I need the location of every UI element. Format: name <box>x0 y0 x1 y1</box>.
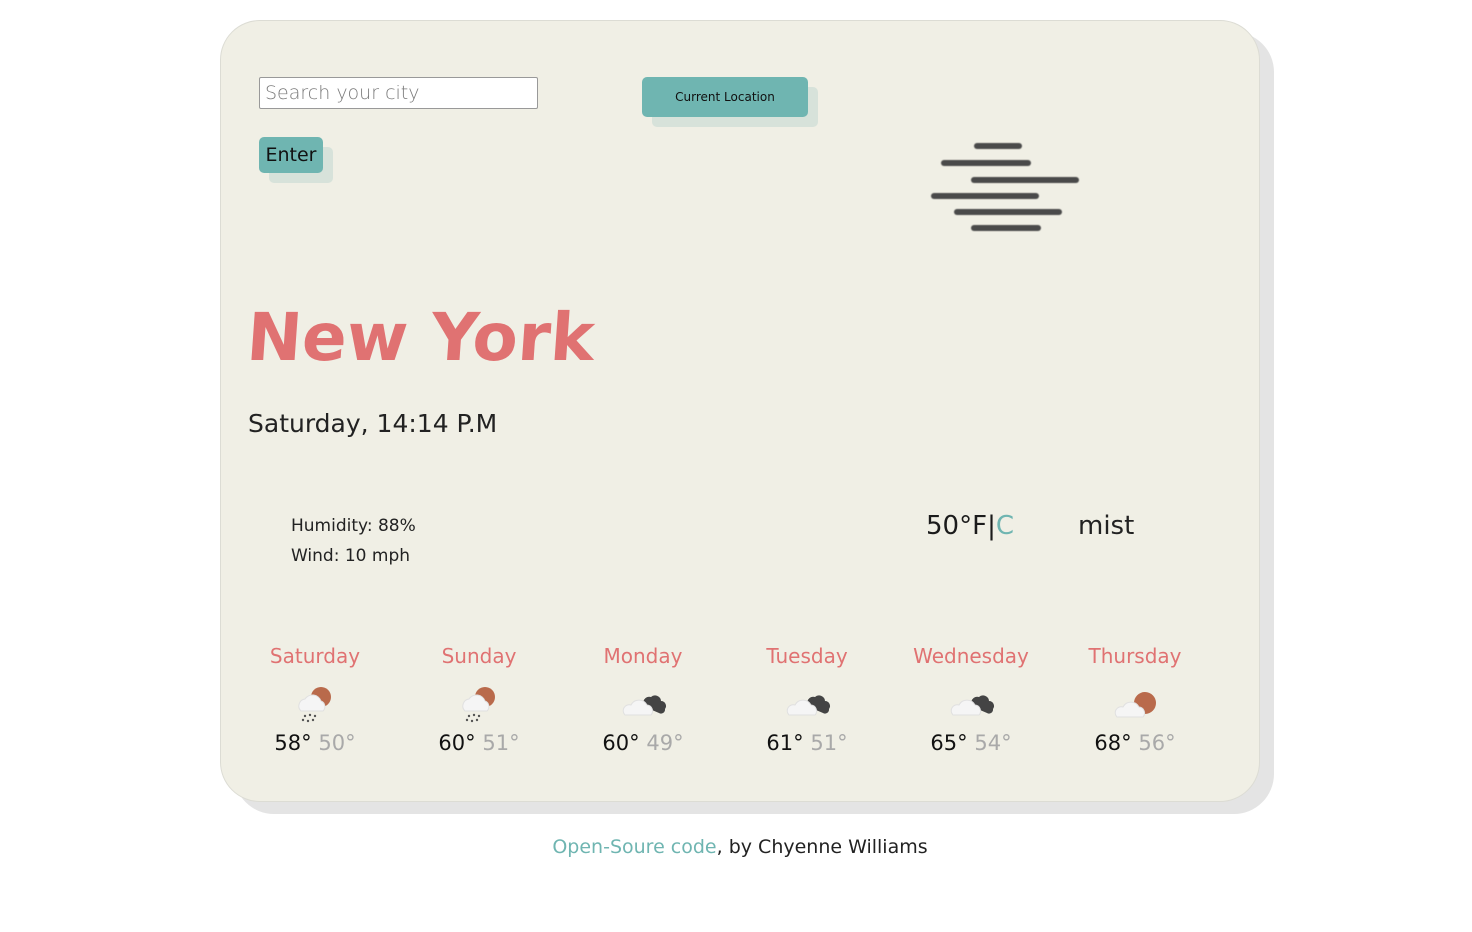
city-name: New York <box>244 299 598 376</box>
forecast-low: 54° <box>974 731 1012 755</box>
forecast-day-name: Saturday <box>269 644 361 668</box>
forecast-temps: 60° 49° <box>561 731 725 755</box>
humidity: Humidity: 88% <box>291 516 416 536</box>
wind: Wind: 10 mph <box>291 546 411 566</box>
weather-details: Humidity: 88% Wind: 10 mph <box>291 511 416 571</box>
rain-sun-icon <box>457 685 501 725</box>
celsius-unit-link[interactable]: C <box>996 511 1014 541</box>
forecast-high: 60° <box>602 731 640 755</box>
forecast-low: 51° <box>482 731 520 755</box>
broken-clouds-icon <box>785 685 830 725</box>
forecast-day: Monday 60° 49° <box>561 641 725 755</box>
forecast-low: 56° <box>1138 731 1176 755</box>
forecast-high: 58° <box>274 731 312 755</box>
forecast: Saturday 58° 50° Sunday 60° 51° Monday 6… <box>233 641 1233 755</box>
forecast-high: 68° <box>1094 731 1132 755</box>
forecast-day: Thursday 68° 56° <box>1053 641 1217 755</box>
forecast-low: 50° <box>318 731 356 755</box>
broken-clouds-icon <box>949 685 994 725</box>
forecast-day-name: Sunday <box>441 644 517 668</box>
forecast-temps: 65° 54° <box>889 731 1053 755</box>
footer-credit: , by Chyenne Williams <box>716 836 928 858</box>
mist-icon <box>929 139 1083 235</box>
current-location-button[interactable]: Current Location <box>642 77 808 117</box>
temperature-value: 50 <box>926 511 960 541</box>
forecast-temps: 68° 56° <box>1053 731 1217 755</box>
forecast-temps: 58° 50° <box>233 731 397 755</box>
search-city-input[interactable] <box>259 77 538 109</box>
enter-button[interactable]: Enter <box>259 137 323 173</box>
forecast-day: Saturday 58° 50° <box>233 641 397 755</box>
rain-sun-icon <box>293 685 337 725</box>
forecast-high: 65° <box>930 731 968 755</box>
forecast-day-name: Thursday <box>1088 644 1182 668</box>
current-datetime: Saturday, 14:14 P.M <box>248 409 498 438</box>
forecast-day-name: Tuesday <box>766 644 848 668</box>
partly-cloudy-icon <box>1113 685 1157 725</box>
forecast-low: 51° <box>810 731 848 755</box>
forecast-low: 49° <box>646 731 684 755</box>
unit-separator: | <box>987 511 996 541</box>
forecast-high: 60° <box>438 731 476 755</box>
current-temperature: 50°F|C <box>926 511 1014 541</box>
open-source-link[interactable]: Open-Soure code <box>552 836 716 858</box>
weather-description: mist <box>1078 511 1135 541</box>
forecast-day-name: Monday <box>603 644 683 668</box>
forecast-day: Sunday 60° 51° <box>397 641 561 755</box>
forecast-temps: 61° 51° <box>725 731 889 755</box>
forecast-high: 61° <box>766 731 804 755</box>
forecast-day: Wednesday 65° 54° <box>889 641 1053 755</box>
forecast-day-name: Wednesday <box>913 644 1029 668</box>
weather-card: Enter Current Location New York Saturday… <box>220 20 1260 802</box>
broken-clouds-icon <box>621 685 666 725</box>
forecast-day: Tuesday 61° 51° <box>725 641 889 755</box>
fahrenheit-unit[interactable]: °F <box>959 511 987 541</box>
forecast-temps: 60° 51° <box>397 731 561 755</box>
footer: Open-Soure code, by Chyenne Williams <box>0 836 1472 858</box>
